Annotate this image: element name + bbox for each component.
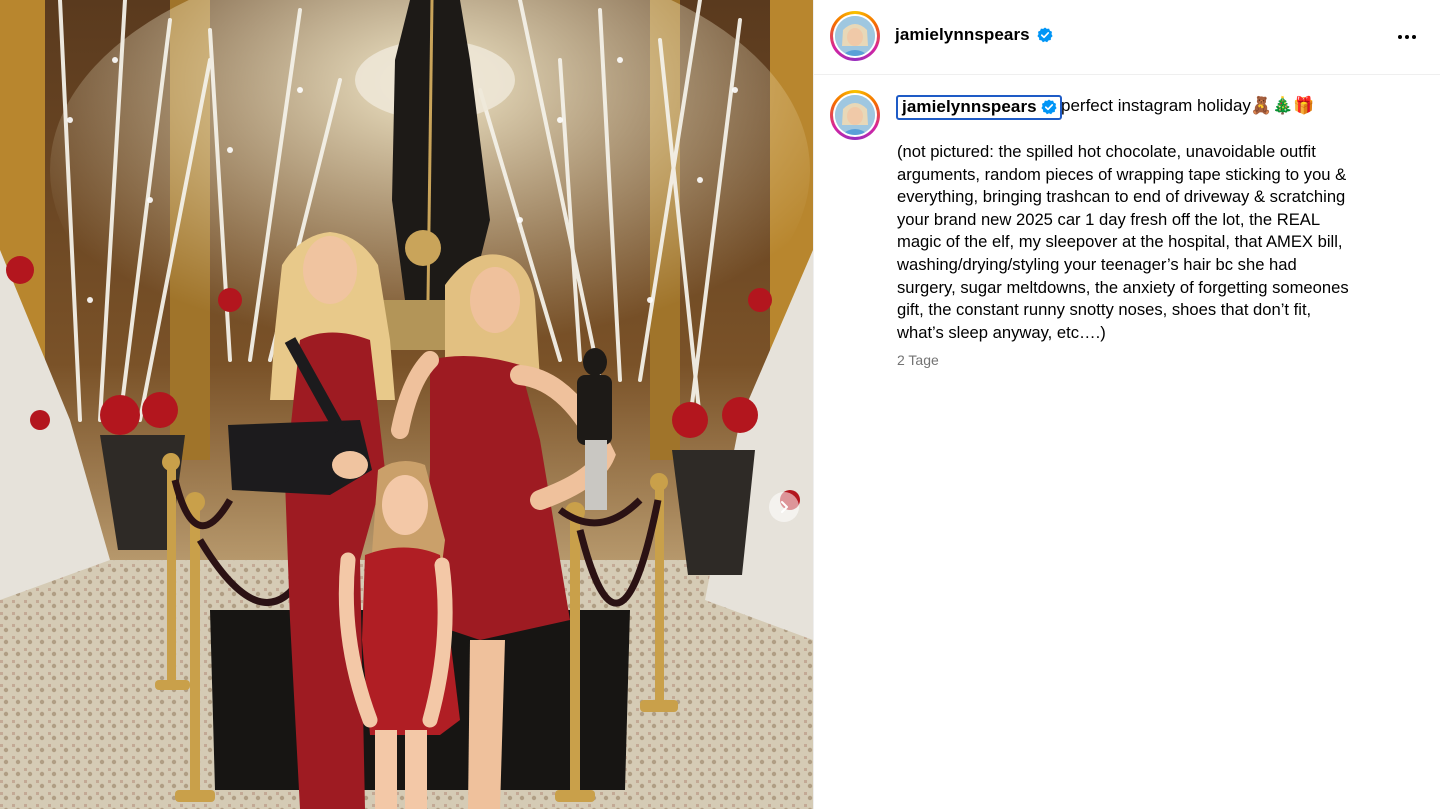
avatar-ring	[833, 14, 877, 58]
chevron-right-icon	[781, 501, 788, 513]
post-header: jamielynnspears	[814, 0, 1440, 75]
post-timestamp[interactable]: 2 Tage	[897, 352, 939, 368]
profile-avatar-icon	[835, 16, 875, 56]
more-dot	[1412, 35, 1416, 39]
verified-badge-icon	[1037, 27, 1053, 43]
more-horizontal-icon	[1398, 35, 1402, 39]
author-avatar[interactable]	[830, 11, 880, 61]
more-options-button[interactable]	[1394, 27, 1420, 47]
photo-illustration	[0, 0, 813, 809]
profile-avatar-icon	[835, 95, 875, 135]
caption-author-avatar[interactable]	[830, 90, 880, 140]
avatar-ring	[833, 93, 877, 137]
next-photo-button[interactable]	[769, 492, 799, 522]
caption-username[interactable]: jamielynnspears	[902, 97, 1037, 117]
author-username[interactable]: jamielynnspears	[895, 25, 1030, 45]
verified-badge-icon	[1041, 99, 1057, 115]
caption-text: (not pictured: the spilled hot chocolate…	[897, 142, 1349, 342]
more-dot	[1405, 35, 1409, 39]
instagram-post: jamielynnspears jamielynnspears perfect …	[0, 0, 1440, 809]
post-details-panel: jamielynnspears jamielynnspears perfect …	[813, 0, 1440, 809]
caption-headline: perfect instagram holiday🧸🎄🎁	[1061, 96, 1315, 115]
post-photo[interactable]	[0, 0, 813, 809]
